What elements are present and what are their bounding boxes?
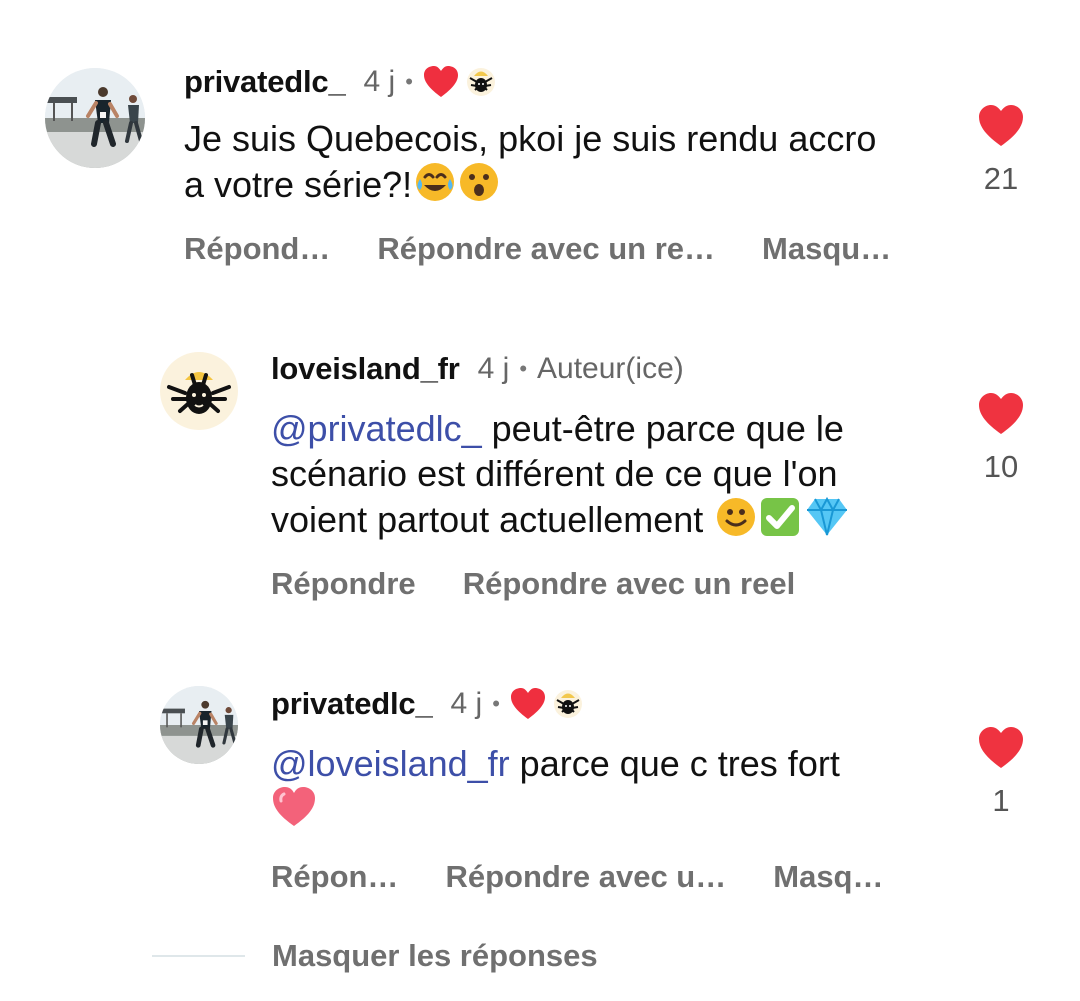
mention-link[interactable]: @privatedlc_ bbox=[271, 408, 482, 449]
surprised-emoji-icon bbox=[458, 161, 500, 213]
avatar-loveisland-fr[interactable] bbox=[160, 352, 238, 430]
like-count: 21 bbox=[983, 161, 1019, 196]
reply-with-reel-button[interactable]: Répondre avec u… bbox=[445, 859, 726, 895]
comment-actions: Répon… Répondre avec u… Masq… bbox=[271, 859, 931, 895]
lion-logo-icon bbox=[167, 372, 231, 414]
comment-meta: loveisland_fr 4 j • Auteur(ice) bbox=[271, 351, 921, 387]
heart-icon[interactable] bbox=[977, 392, 1025, 441]
reply-button[interactable]: Répond… bbox=[184, 231, 330, 267]
runner-photo-icon bbox=[160, 686, 238, 764]
username[interactable]: privatedlc_ bbox=[184, 64, 346, 100]
comment-text: @privatedlc_ peut-être parce que le scén… bbox=[271, 406, 921, 548]
comment-time: 4 j bbox=[477, 352, 510, 385]
comment-text: Je suis Quebecois, pkoi je suis rendu ac… bbox=[184, 116, 894, 213]
lion-logo-icon bbox=[465, 67, 497, 97]
runner-photo-icon bbox=[45, 68, 145, 168]
comment-text: @loveisland_fr parce que c tres fort bbox=[271, 741, 921, 838]
avatar-privatedlc[interactable] bbox=[45, 68, 145, 168]
reply-with-reel-button[interactable]: Répondre avec un re… bbox=[377, 231, 715, 267]
like-count: 1 bbox=[992, 783, 1010, 818]
laughing-emoji-icon bbox=[414, 161, 456, 213]
username[interactable]: privatedlc_ bbox=[271, 686, 433, 722]
reply-with-reel-button[interactable]: Répondre avec un reel bbox=[463, 566, 796, 602]
replies-thread-line bbox=[152, 955, 245, 957]
mention-link[interactable]: @loveisland_fr bbox=[271, 743, 510, 784]
comment-meta: privatedlc_ 4 j • bbox=[271, 686, 931, 722]
hide-button[interactable]: Masq… bbox=[773, 859, 883, 895]
like-column: 1 bbox=[969, 726, 1033, 819]
heart-emoji-icon bbox=[271, 786, 317, 838]
separator-dot: • bbox=[405, 69, 413, 94]
username[interactable]: loveisland_fr bbox=[271, 351, 460, 387]
like-count: 10 bbox=[983, 449, 1019, 484]
avatar-privatedlc[interactable] bbox=[160, 686, 238, 764]
comment-actions: Répond… Répondre avec un re… Masqu… bbox=[184, 231, 938, 267]
like-column: 21 bbox=[969, 104, 1033, 197]
creator-liked-heart-icon bbox=[423, 65, 459, 99]
check-emoji-icon bbox=[759, 496, 801, 548]
comment-time: 4 j bbox=[363, 65, 396, 98]
author-label: Auteur(ice) bbox=[537, 352, 684, 385]
lion-logo-icon bbox=[552, 689, 584, 719]
comment-meta: privatedlc_ 4 j • bbox=[184, 64, 938, 100]
separator-dot: • bbox=[492, 691, 500, 716]
hide-button[interactable]: Masqu… bbox=[762, 231, 891, 267]
creator-liked-heart-icon bbox=[510, 687, 546, 721]
comment-body: Je suis Quebecois, pkoi je suis rendu ac… bbox=[184, 118, 877, 205]
heart-icon[interactable] bbox=[977, 104, 1025, 153]
comment-actions: Répondre Répondre avec un reel bbox=[271, 566, 921, 602]
reply-button[interactable]: Répondre bbox=[271, 566, 416, 602]
separator-dot: • bbox=[519, 356, 528, 381]
smile-emoji-icon bbox=[715, 496, 757, 548]
heart-icon[interactable] bbox=[977, 726, 1025, 775]
diamond-emoji-icon bbox=[803, 496, 851, 548]
previous-content-cutoff bbox=[490, 0, 530, 4]
comment-time: 4 j bbox=[450, 687, 483, 720]
hide-replies-button[interactable]: Masquer les réponses bbox=[272, 938, 598, 974]
comment-body: parce que c tres fort bbox=[509, 743, 840, 784]
reply-button[interactable]: Répon… bbox=[271, 859, 398, 895]
like-column: 10 bbox=[969, 392, 1033, 485]
